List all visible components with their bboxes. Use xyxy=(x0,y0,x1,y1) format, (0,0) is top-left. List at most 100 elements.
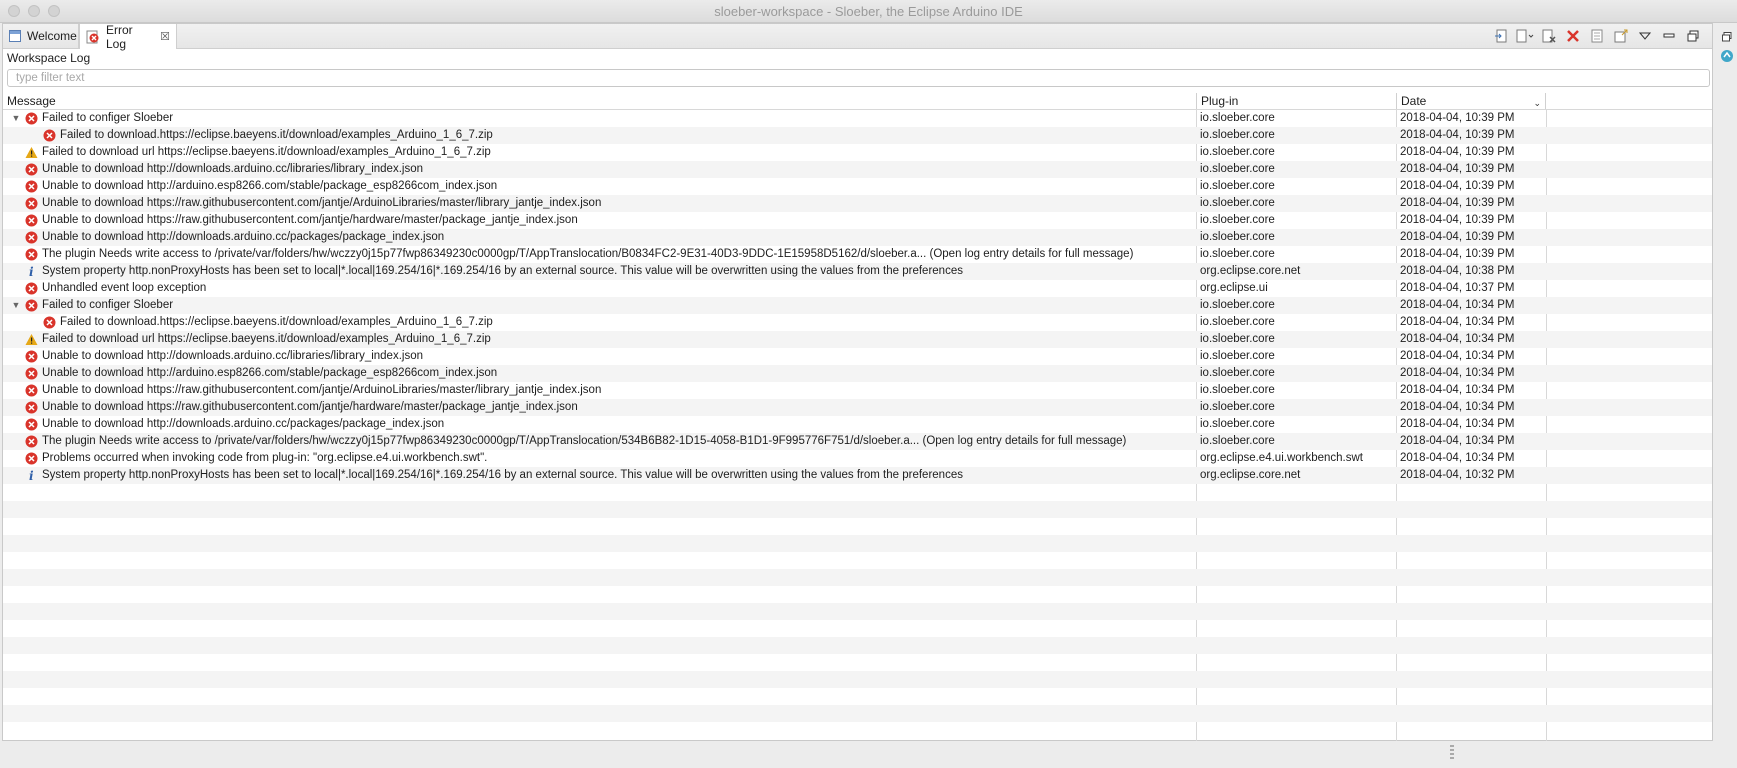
filter-input[interactable] xyxy=(7,69,1710,87)
message-cell: Failed to download.https://eclipse.baeye… xyxy=(3,314,1196,331)
date-cell: 2018-04-04, 10:34 PM xyxy=(1400,401,1515,413)
column-header-plugin[interactable]: Plug-in xyxy=(1196,93,1396,109)
empty-row xyxy=(3,569,1712,586)
window-title-bar: sloeber-workspace - Sloeber, the Eclipse… xyxy=(0,0,1737,23)
delete-log-icon[interactable] xyxy=(1564,27,1582,45)
date-cell: 2018-04-04, 10:39 PM xyxy=(1400,146,1515,158)
tab-label: Error Log xyxy=(106,22,133,51)
table-row[interactable]: Unable to download http://downloads.ardu… xyxy=(3,229,1712,246)
plugin-cell: org.eclipse.core.net xyxy=(1200,265,1301,277)
date-cell: 2018-04-04, 10:34 PM xyxy=(1400,452,1515,464)
table-body: ▼ Failed to configer Sloeber io.sloeber.co… xyxy=(3,110,1712,742)
maximize-icon[interactable] xyxy=(1684,27,1702,45)
minimize-icon[interactable] xyxy=(1660,27,1678,45)
date-cell: 2018-04-04, 10:32 PM xyxy=(1400,469,1515,481)
column-header-date[interactable]: Date ⌄ xyxy=(1396,93,1546,109)
message-cell: Unable to download http://downloads.ardu… xyxy=(3,229,1196,246)
table-row[interactable]: Unable to download https://raw.githubuse… xyxy=(3,382,1712,399)
empty-row xyxy=(3,705,1712,722)
empty-row xyxy=(3,586,1712,603)
table-row[interactable]: Unable to download http://downloads.ardu… xyxy=(3,348,1712,365)
message-cell: Failed to configer Sloeber xyxy=(3,110,1196,127)
open-log-icon[interactable] xyxy=(1588,27,1606,45)
plugin-cell: io.sloeber.core xyxy=(1200,231,1275,243)
table-row[interactable]: i System property http.nonProxyHosts has … xyxy=(3,467,1712,484)
table-row[interactable]: Failed to download url https://eclipse.b… xyxy=(3,144,1712,161)
plugin-cell: io.sloeber.core xyxy=(1200,214,1275,226)
plugin-cell: io.sloeber.core xyxy=(1200,401,1275,413)
message-text: Unable to download http://downloads.ardu… xyxy=(42,350,423,362)
date-cell: 2018-04-04, 10:39 PM xyxy=(1400,112,1515,124)
message-cell: Unable to download http://downloads.ardu… xyxy=(3,416,1196,433)
message-cell: Failed to download url https://eclipse.b… xyxy=(3,331,1196,348)
resize-grip[interactable] xyxy=(1450,745,1454,761)
error-log-view: Welcome Error Log ☒ Workspace Log Messag… xyxy=(2,22,1713,742)
table-row[interactable]: ▼ Failed to configer Sloeber io.sloeber.co… xyxy=(3,297,1712,314)
view-menu-icon[interactable] xyxy=(1636,27,1654,45)
plugin-cell: io.sloeber.core xyxy=(1200,333,1275,345)
date-cell: 2018-04-04, 10:34 PM xyxy=(1400,418,1515,430)
tab-welcome[interactable]: Welcome xyxy=(3,24,79,48)
message-text: The plugin Needs write access to /privat… xyxy=(42,435,1127,447)
table-row[interactable]: Unable to download http://downloads.ardu… xyxy=(3,416,1712,433)
table-row[interactable]: Unable to download https://raw.githubuse… xyxy=(3,399,1712,416)
plugin-cell: org.eclipse.ui xyxy=(1200,282,1268,294)
message-text: Unable to download http://arduino.esp826… xyxy=(42,367,498,379)
message-cell: Unable to download https://raw.githubuse… xyxy=(3,195,1196,212)
message-text: Failed to download url https://eclipse.b… xyxy=(42,333,491,345)
close-icon[interactable]: ☒ xyxy=(160,30,170,43)
date-cell: 2018-04-04, 10:39 PM xyxy=(1400,129,1515,141)
date-cell: 2018-04-04, 10:39 PM xyxy=(1400,248,1515,260)
message-cell: Unable to download https://raw.githubuse… xyxy=(3,399,1196,416)
error-log-trim-icon[interactable] xyxy=(1720,49,1734,63)
date-cell: 2018-04-04, 10:39 PM xyxy=(1400,163,1515,175)
message-text: Unable to download https://raw.githubuse… xyxy=(42,384,602,396)
plugin-cell: org.eclipse.core.net xyxy=(1200,469,1301,481)
table-row[interactable]: Unable to download https://raw.githubuse… xyxy=(3,212,1712,229)
empty-row xyxy=(3,722,1712,739)
plugin-cell: io.sloeber.core xyxy=(1200,418,1275,430)
table-row[interactable]: The plugin Needs write access to /privat… xyxy=(3,433,1712,450)
date-cell: 2018-04-04, 10:34 PM xyxy=(1400,316,1515,328)
date-cell: 2018-04-04, 10:39 PM xyxy=(1400,214,1515,226)
plugin-cell: io.sloeber.core xyxy=(1200,384,1275,396)
table-row[interactable]: Unable to download https://raw.githubuse… xyxy=(3,195,1712,212)
table-row[interactable]: Unable to download http://arduino.esp826… xyxy=(3,365,1712,382)
empty-row xyxy=(3,552,1712,569)
window-title: sloeber-workspace - Sloeber, the Eclipse… xyxy=(714,4,1023,19)
empty-row xyxy=(3,603,1712,620)
table-row[interactable]: The plugin Needs write access to /privat… xyxy=(3,246,1712,263)
date-cell: 2018-04-04, 10:37 PM xyxy=(1400,282,1515,294)
message-cell: System property http.nonProxyHosts has b… xyxy=(3,263,1196,280)
export-log-icon[interactable] xyxy=(1492,27,1510,45)
table-row[interactable]: Failed to download.https://eclipse.baeye… xyxy=(3,127,1712,144)
message-text: Failed to download.https://eclipse.baeye… xyxy=(60,129,493,141)
table-row[interactable]: ▼ Failed to configer Sloeber io.sloeber.co… xyxy=(3,110,1712,127)
message-text: The plugin Needs write access to /privat… xyxy=(42,248,1134,260)
table-row[interactable]: Unable to download http://arduino.esp826… xyxy=(3,178,1712,195)
message-text: Failed to configer Sloeber xyxy=(42,299,174,311)
tab-error-log[interactable]: Error Log ☒ xyxy=(79,22,177,51)
table-row[interactable]: Unhandled event loop exception org.eclips… xyxy=(3,280,1712,297)
empty-row xyxy=(3,535,1712,552)
plugin-cell: io.sloeber.core xyxy=(1200,146,1275,158)
message-text: System property http.nonProxyHosts has b… xyxy=(42,469,963,481)
message-cell: Unable to download https://raw.githubuse… xyxy=(3,212,1196,229)
plugin-cell: io.sloeber.core xyxy=(1200,180,1275,192)
table-row[interactable]: i System property http.nonProxyHosts has … xyxy=(3,263,1712,280)
column-header-message[interactable]: Message xyxy=(3,93,1196,109)
date-cell: 2018-04-04, 10:39 PM xyxy=(1400,197,1515,209)
import-log-icon[interactable] xyxy=(1516,27,1534,45)
table-row[interactable]: Failed to download.https://eclipse.baeye… xyxy=(3,314,1712,331)
table-row[interactable]: Problems occurred when invoking code fro… xyxy=(3,450,1712,467)
empty-row xyxy=(3,501,1712,518)
table-row[interactable]: Unable to download http://downloads.ardu… xyxy=(3,161,1712,178)
table-row[interactable]: Failed to download url https://eclipse.b… xyxy=(3,331,1712,348)
message-text: Unable to download http://downloads.ardu… xyxy=(42,418,445,430)
column-header-date-label: Date xyxy=(1401,94,1427,108)
clear-log-icon[interactable] xyxy=(1540,27,1558,45)
date-cell: 2018-04-04, 10:38 PM xyxy=(1400,265,1515,277)
restore-log-icon[interactable] xyxy=(1612,27,1630,45)
message-cell: The plugin Needs write access to /privat… xyxy=(3,433,1196,450)
restore-view-icon[interactable] xyxy=(1720,30,1734,44)
